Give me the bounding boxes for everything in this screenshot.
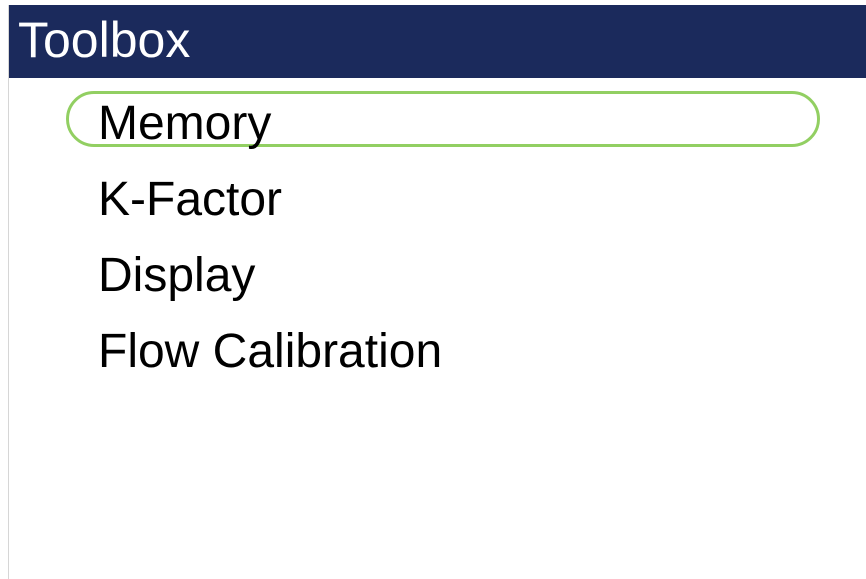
menu-item-flow-calibration[interactable]: Flow Calibration [98, 322, 798, 382]
toolbox-screen: Toolbox Memory K-Factor Display Flow Cal… [8, 5, 866, 579]
toolbox-menu: Memory K-Factor Display Flow Calibration [9, 78, 866, 398]
screen-title: Toolbox [18, 12, 191, 68]
title-bar: Toolbox [9, 5, 866, 78]
menu-item-display[interactable]: Display [98, 246, 798, 306]
menu-item-k-factor[interactable]: K-Factor [98, 170, 798, 230]
menu-item-memory[interactable]: Memory [98, 94, 798, 154]
